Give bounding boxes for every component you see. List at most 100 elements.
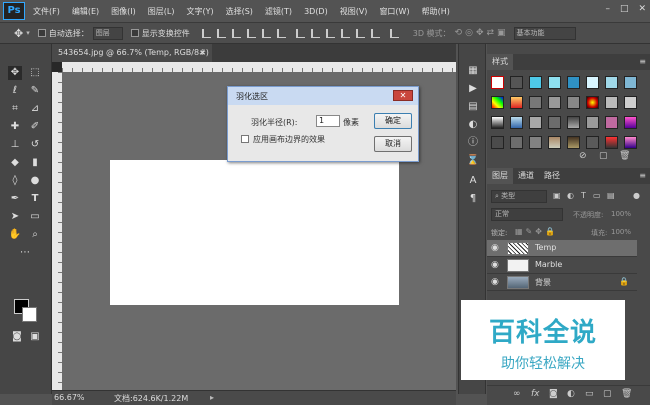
menu-help[interactable]: 帮助(H) xyxy=(422,6,450,17)
panel-menu-icon[interactable]: ≡ xyxy=(639,57,646,66)
new-group-icon[interactable]: ▭ xyxy=(585,389,594,399)
opacity-value[interactable]: 100% xyxy=(611,210,631,218)
auto-align-icon[interactable] xyxy=(389,28,399,38)
more-tools-icon[interactable]: ⋯ xyxy=(18,246,32,260)
style-swatch[interactable] xyxy=(548,136,561,149)
history-panel-icon[interactable]: ⌛ xyxy=(466,154,480,168)
layer-row-temp[interactable]: ◉ Temp xyxy=(487,240,637,257)
align-bottom-icon[interactable] xyxy=(231,28,241,38)
style-swatch[interactable] xyxy=(605,116,618,129)
type-tool-icon[interactable]: T xyxy=(28,192,42,206)
menu-type[interactable]: 文字(Y) xyxy=(186,6,213,17)
style-swatch[interactable] xyxy=(510,76,523,89)
align-right-icon[interactable] xyxy=(276,28,286,38)
distribute-right-icon[interactable] xyxy=(370,28,380,38)
layer-style-icon[interactable]: fx xyxy=(531,389,540,399)
close-window-button[interactable]: ✕ xyxy=(638,4,646,14)
distribute-hcenter-icon[interactable] xyxy=(355,28,365,38)
tab-paths[interactable]: 路径 xyxy=(539,168,565,184)
visibility-eye-icon[interactable]: ◉ xyxy=(491,277,499,287)
gradient-tool-icon[interactable]: ▮ xyxy=(28,156,42,170)
tab-styles[interactable]: 样式 xyxy=(487,54,513,70)
style-swatch[interactable] xyxy=(605,76,618,89)
restore-button[interactable]: □ xyxy=(620,4,629,14)
style-swatch[interactable] xyxy=(510,116,523,129)
marquee-tool-icon[interactable]: ⬚ xyxy=(28,66,42,80)
style-swatch[interactable] xyxy=(567,116,580,129)
pen-tool-icon[interactable]: ✒ xyxy=(8,192,22,206)
menu-select[interactable]: 选择(S) xyxy=(226,6,253,17)
show-transform-checkbox[interactable] xyxy=(130,29,139,37)
document-tab-close-icon[interactable]: × xyxy=(199,44,206,62)
auto-select-checkbox[interactable] xyxy=(37,29,46,37)
dodge-tool-icon[interactable]: ● xyxy=(28,174,42,188)
3d-scale-icon[interactable]: ▣ xyxy=(497,28,506,38)
histogram-icon[interactable]: ▤ xyxy=(466,100,480,114)
dialog-titlebar[interactable]: 羽化选区 ✕ xyxy=(228,87,418,105)
menu-layer[interactable]: 图层(L) xyxy=(148,6,175,17)
paragraph-panel-icon[interactable]: ¶ xyxy=(466,192,480,206)
layer-row-background[interactable]: ◉ 背景 🔒 xyxy=(487,274,637,291)
menu-file[interactable]: 文件(F) xyxy=(33,6,60,17)
quick-mask-icon[interactable]: ◙ xyxy=(10,330,24,344)
style-swatch[interactable] xyxy=(529,136,542,149)
style-swatch[interactable] xyxy=(586,96,599,109)
move-tool-icon[interactable]: ✥ xyxy=(8,66,22,80)
style-swatch[interactable] xyxy=(624,76,637,89)
fill-value[interactable]: 100% xyxy=(611,228,631,236)
distribute-vcenter-icon[interactable] xyxy=(310,28,320,38)
eyedropper-tool-icon[interactable]: ⊿ xyxy=(28,102,42,116)
style-swatch[interactable] xyxy=(548,116,561,129)
panel-menu-icon[interactable]: ≡ xyxy=(639,171,646,180)
vertical-ruler[interactable] xyxy=(52,72,62,390)
style-swatch[interactable] xyxy=(510,136,523,149)
lock-icons[interactable]: ▦✎✥🔒 xyxy=(515,227,558,236)
zoom-tool-icon[interactable]: ⌕ xyxy=(28,228,42,242)
layer-kind-filter[interactable]: ⌕ 类型 xyxy=(491,190,547,203)
style-swatch[interactable] xyxy=(624,136,637,149)
align-vcenter-icon[interactable] xyxy=(216,28,226,38)
workspace-dropdown[interactable]: 基本功能 xyxy=(513,26,576,40)
clear-style-icon[interactable]: ⊘ xyxy=(579,151,587,161)
filter-type-icon[interactable]: T xyxy=(581,191,586,200)
style-swatch[interactable] xyxy=(624,116,637,129)
style-swatch[interactable] xyxy=(586,76,599,89)
style-swatch[interactable] xyxy=(605,136,618,149)
style-swatch[interactable] xyxy=(491,76,504,89)
play-actions-icon[interactable]: ▶ xyxy=(466,82,480,96)
align-top-icon[interactable] xyxy=(201,28,211,38)
shape-tool-icon[interactable]: ▭ xyxy=(28,210,42,224)
distribute-bottom-icon[interactable] xyxy=(325,28,335,38)
filter-adjust-icon[interactable]: ◐ xyxy=(567,191,574,200)
filter-smart-icon[interactable]: ▤ xyxy=(607,191,615,200)
style-swatch[interactable] xyxy=(529,76,542,89)
style-swatch[interactable] xyxy=(548,76,561,89)
tool-preset-dropdown-icon[interactable]: ▾ xyxy=(26,29,30,37)
blur-tool-icon[interactable]: ◊ xyxy=(8,174,22,188)
style-swatch[interactable] xyxy=(567,136,580,149)
new-layer-icon[interactable]: ▢ xyxy=(603,389,612,399)
menu-image[interactable]: 图像(I) xyxy=(111,6,136,17)
dialog-close-button[interactable]: ✕ xyxy=(393,90,413,101)
style-swatch[interactable] xyxy=(491,96,504,109)
style-swatch[interactable] xyxy=(624,96,637,109)
style-swatch[interactable] xyxy=(529,96,542,109)
history-brush-tool-icon[interactable]: ↺ xyxy=(28,138,42,152)
tab-channels[interactable]: 通道 xyxy=(513,168,539,184)
style-swatch[interactable] xyxy=(567,96,580,109)
menu-3d[interactable]: 3D(D) xyxy=(304,7,328,16)
visibility-eye-icon[interactable]: ◉ xyxy=(491,243,499,253)
ok-button[interactable]: 确定 xyxy=(374,113,412,129)
character-panel-icon[interactable]: A xyxy=(466,174,480,188)
path-select-tool-icon[interactable]: ➤ xyxy=(8,210,22,224)
info-panel-icon[interactable]: ⓘ xyxy=(466,136,480,150)
layer-row-marble[interactable]: ◉ Marble xyxy=(487,257,637,274)
style-swatch[interactable] xyxy=(586,136,599,149)
style-swatch[interactable] xyxy=(529,116,542,129)
move-tool-icon[interactable]: ✥ xyxy=(14,27,23,40)
tab-layers[interactable]: 图层 xyxy=(487,168,513,184)
distribute-left-icon[interactable] xyxy=(340,28,350,38)
add-mask-icon[interactable]: ◙ xyxy=(549,389,558,399)
style-swatch[interactable] xyxy=(491,136,504,149)
horizontal-ruler[interactable] xyxy=(62,62,456,72)
